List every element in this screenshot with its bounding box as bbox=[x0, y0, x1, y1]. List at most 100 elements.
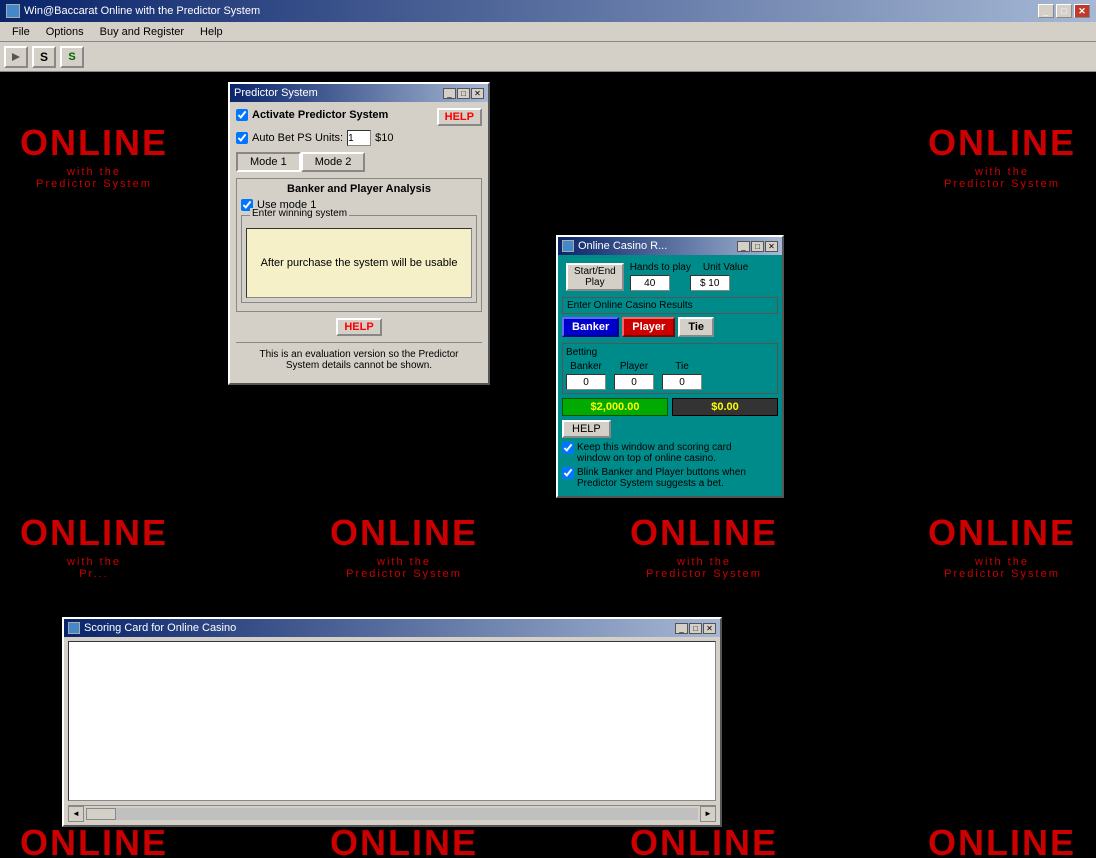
online-label-7: ONLINEwith thePredictor System bbox=[20, 822, 168, 858]
predictor-window: Predictor System _ □ ✕ Activate Predicto… bbox=[228, 82, 490, 385]
scoring-title: Scoring Card for Online Casino bbox=[84, 622, 236, 634]
window-title: Win@Baccarat Online with the Predictor S… bbox=[24, 5, 260, 17]
betting-banker-label: Banker bbox=[570, 361, 602, 372]
predictor-title: Predictor System bbox=[234, 87, 318, 99]
casino-checkbox-2[interactable] bbox=[562, 467, 574, 479]
predictor-title-bar: Predictor System _ □ ✕ bbox=[230, 84, 488, 102]
online-label-8: ONLINEwith thePredictor System bbox=[330, 822, 478, 858]
player-button[interactable]: Player bbox=[622, 317, 675, 337]
autobet-checkbox[interactable] bbox=[236, 132, 248, 144]
menu-help[interactable]: Help bbox=[192, 24, 231, 40]
toolbar-s-button[interactable]: S bbox=[32, 46, 56, 68]
close-button[interactable]: ✕ bbox=[1074, 4, 1090, 18]
scroll-left-button[interactable]: ◄ bbox=[68, 806, 84, 822]
toolbar-s2-button[interactable]: S bbox=[60, 46, 84, 68]
scoring-content[interactable] bbox=[68, 641, 716, 801]
maximize-button[interactable]: □ bbox=[1056, 4, 1072, 18]
online-label-6: ONLINEwith thePredictor System bbox=[928, 512, 1076, 580]
scoring-close[interactable]: ✕ bbox=[703, 623, 716, 634]
online-label-5: ONLINEwith thePredictor System bbox=[630, 512, 778, 580]
casino-help-button[interactable]: HELP bbox=[562, 420, 611, 438]
casino-close[interactable]: ✕ bbox=[765, 241, 778, 252]
activate-checkbox[interactable] bbox=[236, 109, 248, 121]
fieldset-legend: Enter winning system bbox=[250, 208, 349, 219]
winning-system-fieldset: Enter winning system After purchase the … bbox=[241, 215, 477, 303]
activate-row: Activate Predictor System bbox=[236, 109, 388, 121]
start-end-label: Start/EndPlay bbox=[574, 266, 616, 288]
main-window: Win@Baccarat Online with the Predictor S… bbox=[0, 0, 1096, 858]
scoring-title-bar: Scoring Card for Online Casino _ □ ✕ bbox=[64, 619, 720, 637]
betting-tie-label: Tie bbox=[675, 361, 689, 372]
menu-options[interactable]: Options bbox=[38, 24, 92, 40]
app-icon bbox=[6, 4, 20, 18]
predictor-close[interactable]: ✕ bbox=[471, 88, 484, 99]
hands-label: Hands to play bbox=[630, 262, 691, 273]
menu-buy-register[interactable]: Buy and Register bbox=[92, 24, 192, 40]
tie-button[interactable]: Tie bbox=[678, 317, 714, 337]
banker-button[interactable]: Banker bbox=[562, 317, 619, 337]
predictor-minimize[interactable]: _ bbox=[443, 88, 456, 99]
start-end-button[interactable]: Start/EndPlay bbox=[566, 263, 624, 291]
online-label-1: ONLINEwith thePredictor System bbox=[20, 122, 168, 190]
winning-system-box: After purchase the system will be usable bbox=[246, 228, 472, 298]
title-bar-controls: _ □ ✕ bbox=[1038, 4, 1090, 18]
betting-row: Banker Player Tie bbox=[566, 361, 774, 390]
casino-maximize[interactable]: □ bbox=[751, 241, 764, 252]
scoring-minimize[interactable]: _ bbox=[675, 623, 688, 634]
help-button-1[interactable]: HELP bbox=[437, 108, 482, 126]
predictor-maximize[interactable]: □ bbox=[457, 88, 470, 99]
menu-bar: File Options Buy and Register Help bbox=[0, 22, 1096, 42]
start-end-row: Start/EndPlay Hands to play Unit Value bbox=[562, 259, 778, 294]
betting-banker-input[interactable] bbox=[566, 374, 606, 390]
eval-text: This is an evaluation version so the Pre… bbox=[260, 349, 459, 371]
casino-content: Start/EndPlay Hands to play Unit Value bbox=[558, 255, 782, 496]
toolbar-arrow-button[interactable] bbox=[4, 46, 28, 68]
winning-system-text: After purchase the system will be usable bbox=[261, 257, 458, 269]
online-label-9: ONLINEwith thePredictor System bbox=[630, 822, 778, 858]
predictor-controls: _ □ ✕ bbox=[443, 88, 484, 99]
betting-player-label: Player bbox=[620, 361, 648, 372]
betting-tie-input[interactable] bbox=[662, 374, 702, 390]
scoring-icon bbox=[68, 622, 80, 634]
analysis-title: Banker and Player Analysis bbox=[241, 183, 477, 195]
casino-window: Online Casino R... _ □ ✕ Start/EndPlay bbox=[556, 235, 784, 498]
scoring-scrollbar-h[interactable]: ◄ ► bbox=[68, 805, 716, 821]
ps-units-input[interactable] bbox=[347, 130, 371, 146]
scroll-track[interactable] bbox=[86, 808, 698, 820]
analysis-section: Banker and Player Analysis Use mode 1 En… bbox=[236, 178, 482, 312]
mode1-button[interactable]: Mode 1 bbox=[236, 152, 301, 172]
autobet-label: Auto Bet PS Units: bbox=[252, 132, 343, 144]
autobet-row: Auto Bet PS Units: $10 bbox=[236, 130, 482, 146]
money-row: $2,000.00 $0.00 bbox=[562, 398, 778, 416]
scroll-thumb[interactable] bbox=[86, 808, 116, 820]
online-label-3: ONLINEwith thePr... bbox=[20, 512, 168, 580]
help-button-2[interactable]: HELP bbox=[336, 318, 381, 336]
title-bar: Win@Baccarat Online with the Predictor S… bbox=[0, 0, 1096, 22]
hands-input[interactable] bbox=[630, 275, 670, 291]
online-label-4: ONLINEwith thePredictor System bbox=[330, 512, 478, 580]
scoring-maximize[interactable]: □ bbox=[689, 623, 702, 634]
betting-player-input[interactable] bbox=[614, 374, 654, 390]
unit-label: Unit Value bbox=[703, 262, 748, 273]
minimize-button[interactable]: _ bbox=[1038, 4, 1054, 18]
predictor-content: Activate Predictor System HELP Auto Bet … bbox=[230, 102, 488, 383]
result-buttons: Banker Player Tie bbox=[562, 317, 778, 337]
casino-checkbox-2-label: Blink Banker and Player buttons whenPred… bbox=[577, 467, 746, 489]
scroll-right-button[interactable]: ► bbox=[700, 806, 716, 822]
unit-input[interactable] bbox=[690, 275, 730, 291]
casino-icon bbox=[562, 240, 574, 252]
title-bar-left: Win@Baccarat Online with the Predictor S… bbox=[6, 4, 260, 18]
autobet-amount: $10 bbox=[375, 132, 393, 144]
online-label-2: ONLINEwith thePredictor System bbox=[928, 122, 1076, 190]
activate-label: Activate Predictor System bbox=[252, 109, 388, 121]
toolbar: S S bbox=[0, 42, 1096, 72]
betting-title: Betting bbox=[566, 347, 774, 358]
scoring-window: Scoring Card for Online Casino _ □ ✕ ◄ ► bbox=[62, 617, 722, 827]
money-profit: $0.00 bbox=[672, 398, 778, 416]
menu-file[interactable]: File bbox=[4, 24, 38, 40]
content-area: ONLINEwith thePredictor System ONLINEwit… bbox=[0, 72, 1096, 858]
mode2-button[interactable]: Mode 2 bbox=[301, 152, 366, 172]
casino-checkbox-1[interactable] bbox=[562, 442, 574, 454]
casino-minimize[interactable]: _ bbox=[737, 241, 750, 252]
casino-title: Online Casino R... bbox=[578, 240, 667, 252]
